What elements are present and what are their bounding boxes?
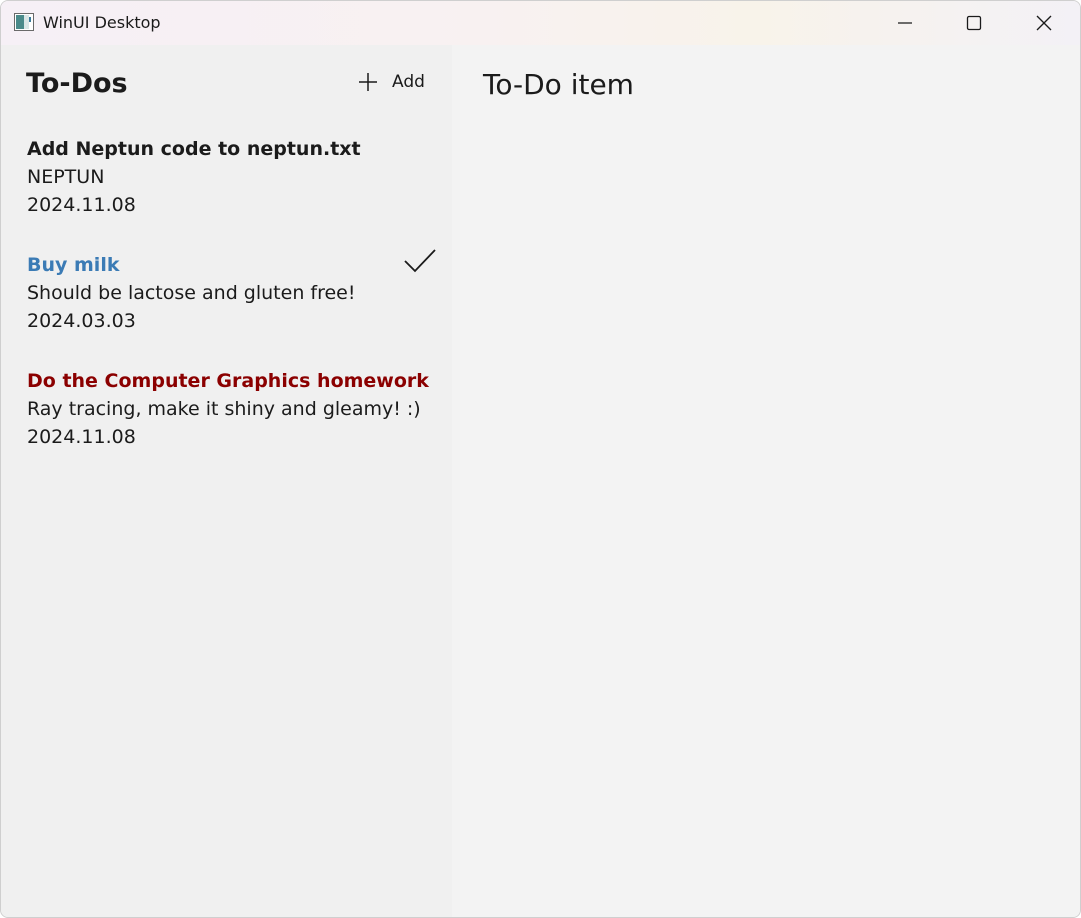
todo-list: Add Neptun code to neptun.txt NEPTUN 202… — [1, 133, 452, 481]
maximize-icon — [966, 15, 982, 31]
todo-sidebar: To-Dos Add Add Neptun code to neptun.txt… — [1, 45, 452, 917]
detail-title: To-Do item — [483, 68, 634, 101]
close-icon — [1036, 15, 1052, 31]
add-button-label: Add — [392, 72, 425, 92]
app-window: WinUI Desktop To-Dos Add Add Neptun code… — [0, 0, 1081, 918]
checkmark-icon — [404, 249, 436, 273]
todo-list-item[interactable]: Do the Computer Graphics homework Ray tr… — [1, 365, 452, 481]
todo-item-description: Should be lactose and gluten free! — [27, 282, 356, 304]
sidebar-title: To-Dos — [26, 68, 128, 99]
todo-list-item[interactable]: Add Neptun code to neptun.txt NEPTUN 202… — [1, 133, 452, 249]
todo-item-title: Add Neptun code to neptun.txt — [27, 138, 361, 160]
todo-item-date: 2024.11.08 — [27, 426, 136, 448]
window-title: WinUI Desktop — [43, 13, 161, 32]
todo-item-date: 2024.11.08 — [27, 194, 136, 216]
close-button[interactable] — [1009, 1, 1079, 45]
todo-item-title: Buy milk — [27, 254, 120, 276]
add-todo-button[interactable]: Add — [351, 65, 435, 99]
todo-item-description: NEPTUN — [27, 166, 105, 188]
todo-list-item[interactable]: Buy milk Should be lactose and gluten fr… — [1, 249, 452, 365]
maximize-button[interactable] — [939, 1, 1009, 45]
todo-item-description: Ray tracing, make it shiny and gleamy! :… — [27, 398, 421, 420]
todo-item-title: Do the Computer Graphics homework — [27, 370, 429, 392]
app-window-icon — [14, 13, 34, 31]
plus-icon — [359, 73, 377, 91]
title-bar[interactable]: WinUI Desktop — [1, 1, 1080, 45]
todo-item-date: 2024.03.03 — [27, 310, 136, 332]
minimize-button[interactable] — [870, 1, 940, 45]
minimize-icon — [898, 22, 912, 24]
todo-detail-pane: To-Do item — [452, 45, 1080, 917]
